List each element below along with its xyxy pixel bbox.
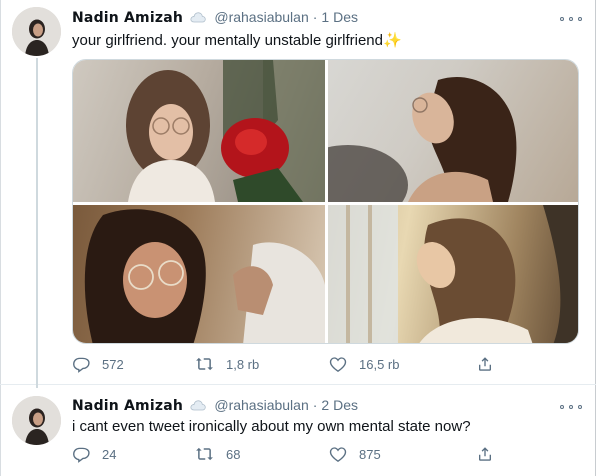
tweet-text: i cant even tweet ironically about my ow… — [72, 418, 471, 435]
tweet-header: Nadin Amizah @rahasiabulan · 2 Des — [72, 397, 358, 415]
tweet-text: your girlfriend. your mentally unstable … — [72, 31, 402, 49]
cloud-badge-icon — [190, 398, 206, 415]
like-count: 16,5 rb — [359, 356, 400, 372]
retweet-icon — [196, 447, 213, 461]
reply-button[interactable]: 572 — [72, 355, 124, 373]
avatar[interactable] — [12, 396, 61, 445]
reply-count: 572 — [102, 356, 124, 372]
author-handle[interactable]: @rahasiabulan — [214, 9, 308, 25]
media-photo-1[interactable] — [73, 60, 325, 202]
separator: · — [312, 397, 318, 413]
share-icon — [479, 357, 491, 371]
tweet-date[interactable]: 1 Des — [321, 9, 358, 25]
tweet[interactable]: Nadin Amizah @rahasiabulan · 2 Des i cant … — [0, 385, 596, 476]
share-button[interactable] — [476, 355, 506, 373]
like-icon — [329, 447, 347, 463]
like-icon — [329, 357, 347, 373]
reply-button[interactable]: 24 — [72, 445, 116, 463]
more-icon[interactable] — [560, 12, 582, 26]
like-count: 875 — [359, 446, 381, 462]
tweet-header: Nadin Amizah @rahasiabulan · 1 Des — [72, 9, 358, 27]
like-button[interactable]: 16,5 rb — [329, 355, 399, 373]
cloud-badge-icon — [190, 10, 206, 27]
separator: · — [312, 9, 318, 25]
tweet-text-body: your girlfriend. your mentally unstable … — [72, 32, 383, 49]
media-photo-2[interactable] — [328, 60, 578, 202]
media-photo-4[interactable] — [328, 205, 578, 343]
retweet-count: 68 — [226, 446, 241, 462]
tweet-date[interactable]: 2 Des — [321, 397, 358, 413]
tweet[interactable]: Nadin Amizah @rahasiabulan · 1 Des your gi… — [0, 0, 596, 388]
retweet-count: 1,8 rb — [226, 356, 260, 372]
tweet-actions: 572 1,8 rb 16,5 rb — [72, 355, 502, 375]
avatar[interactable] — [12, 7, 61, 56]
tweet-actions: 24 68 875 — [72, 445, 502, 465]
retweet-icon — [196, 357, 213, 371]
retweet-button[interactable]: 68 — [195, 445, 240, 463]
reply-icon — [73, 447, 90, 463]
like-button[interactable]: 875 — [329, 445, 381, 463]
share-icon — [479, 447, 491, 461]
reply-icon — [73, 357, 90, 373]
author-name[interactable]: Nadin Amizah — [72, 398, 183, 414]
more-icon[interactable] — [560, 400, 582, 414]
media-grid — [72, 59, 579, 344]
retweet-button[interactable]: 1,8 rb — [195, 355, 259, 373]
media-photo-3[interactable] — [73, 205, 325, 343]
sparkle-emoji: ✨ — [382, 32, 402, 49]
thread-line — [36, 58, 38, 388]
author-name[interactable]: Nadin Amizah — [72, 10, 183, 26]
share-button[interactable] — [476, 445, 506, 463]
reply-count: 24 — [102, 446, 117, 462]
author-handle[interactable]: @rahasiabulan — [214, 397, 308, 413]
